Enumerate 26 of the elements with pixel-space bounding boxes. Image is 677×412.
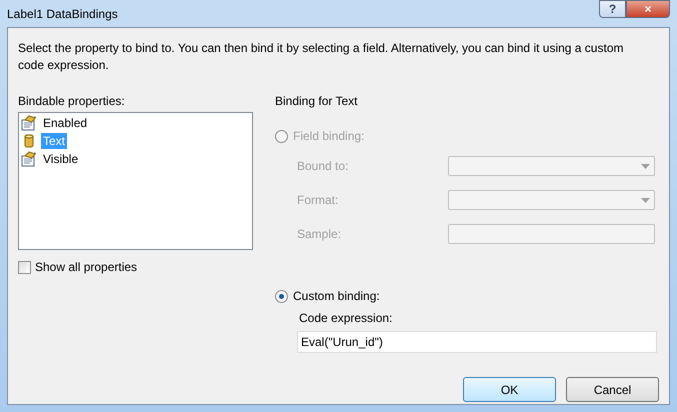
list-item[interactable]: Enabled	[41, 115, 90, 131]
field-label: Code expression:	[298, 311, 394, 325]
ok-button[interactable]: OK	[463, 377, 556, 402]
field-label: Bound to:	[296, 159, 350, 173]
dropdown-field[interactable]	[448, 190, 655, 210]
help-button[interactable]: ?	[599, 0, 626, 18]
property-icon	[21, 115, 37, 131]
radio-label: Field binding:	[293, 129, 364, 143]
description-text: Select the property to bind to. You can then bind it by selecting a field. Alternatively, you can bind it using a custom code expression.	[18, 40, 624, 74]
checkbox-label: Show all properties	[35, 260, 138, 274]
list-label: Bindable properties:	[18, 94, 126, 108]
checkbox[interactable]	[18, 260, 31, 274]
cancel-button[interactable]: Cancel	[566, 377, 659, 402]
property-icon	[21, 151, 37, 167]
radio-label: Custom binding:	[293, 289, 380, 303]
section-title: Binding for Text	[275, 94, 358, 108]
field-label: Format:	[296, 193, 340, 207]
dropdown-arrow-icon	[641, 198, 650, 202]
field-label: Sample:	[296, 227, 342, 241]
dropdown-field[interactable]	[448, 156, 655, 176]
expression-field[interactable]: Eval("Urun_id")	[297, 331, 657, 353]
radio-button[interactable]	[275, 290, 288, 302]
dropdown-arrow-icon	[641, 164, 650, 168]
list-item[interactable]: Visible	[41, 151, 80, 167]
window-title: Label1 DataBindings	[7, 6, 118, 20]
text-field[interactable]	[448, 224, 655, 244]
